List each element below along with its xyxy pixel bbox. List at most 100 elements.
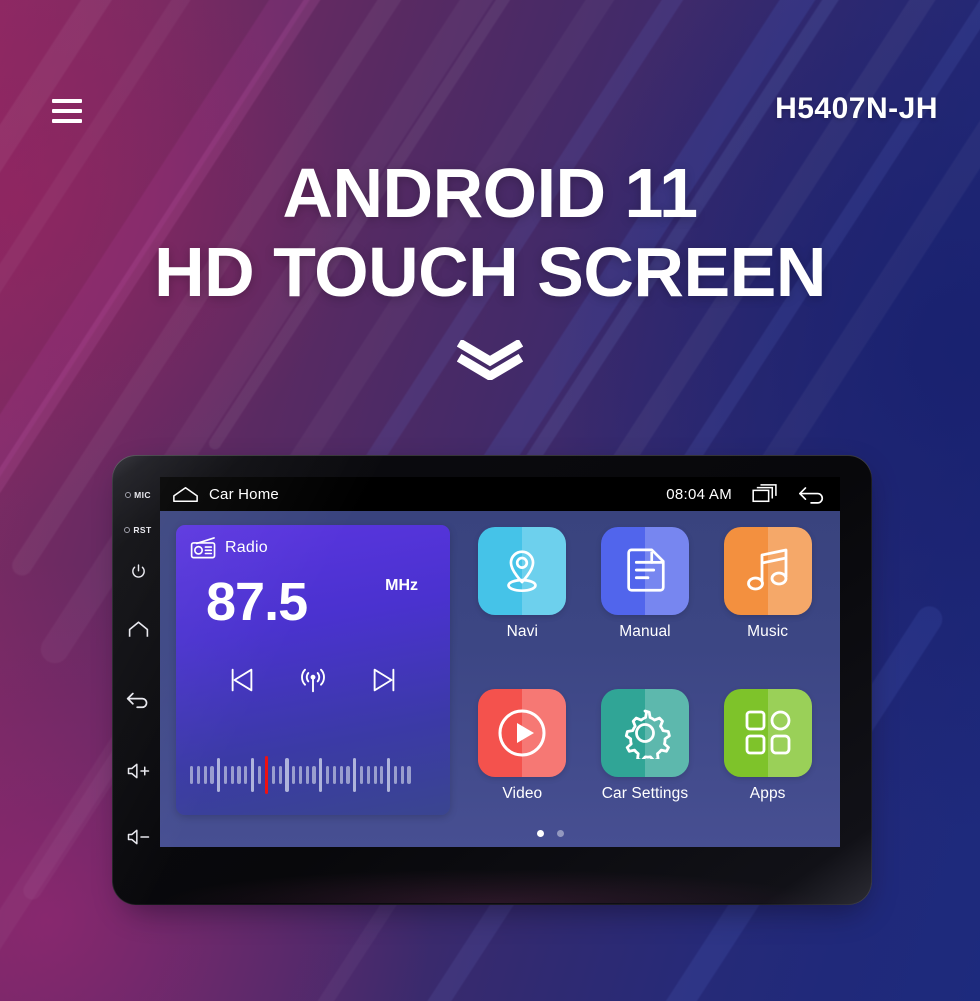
gear-icon[interactable] <box>600 689 689 777</box>
app-label: Video <box>502 785 543 802</box>
radio-controls <box>190 665 436 695</box>
tuning-needle <box>264 756 269 794</box>
tuning-tick <box>339 766 343 784</box>
tuning-tick <box>285 758 289 792</box>
reset-hole-icon <box>124 527 131 533</box>
hamburger-menu-icon[interactable] <box>52 93 82 129</box>
car-stereo-device: MIC RST Car Home 08:04 AM Radio 87.5 MHz… <box>112 455 872 913</box>
tuning-tick <box>210 766 214 784</box>
tuning-tick <box>190 766 194 784</box>
hamburger-bar <box>52 119 82 123</box>
app-grid: Navi Manual Music Video Car Settings Apps <box>466 525 824 847</box>
tuning-tick <box>393 766 398 784</box>
tuning-tick <box>217 758 221 792</box>
tuning-tick <box>373 766 377 784</box>
app-navi[interactable]: Navi <box>466 527 579 685</box>
tuning-tick <box>257 766 261 784</box>
page-indicator <box>160 830 840 837</box>
tuning-tick <box>230 766 234 784</box>
page-title: ANDROID 11 HD TOUCH SCREEN <box>0 154 980 312</box>
tuning-tick <box>244 766 248 784</box>
model-number: H5407N-JH <box>775 92 938 125</box>
radio-frequency-unit: MHz <box>385 577 418 594</box>
radio-widget-label: Radio <box>225 539 268 556</box>
music-note-icon[interactable] <box>723 527 812 615</box>
radio-widget[interactable]: Radio 87.5 MHz <box>176 525 450 815</box>
tuning-tick <box>319 758 323 792</box>
bezel-bottom-glow <box>157 869 827 903</box>
tuning-tick <box>223 766 228 784</box>
side-key-column: MIC RST <box>112 455 164 905</box>
tuning-tick <box>387 758 391 792</box>
app-car-settings[interactable]: Car Settings <box>589 689 702 847</box>
headline-line-1: ANDROID 11 <box>282 154 698 232</box>
statusbar-home-icon[interactable] <box>172 486 199 503</box>
skip-previous-icon[interactable] <box>227 665 257 695</box>
tuning-tick <box>305 766 309 784</box>
radio-widget-header: Radio <box>190 537 436 559</box>
home-button[interactable] <box>112 595 164 663</box>
tuning-tick <box>271 766 275 784</box>
reset-label: RST <box>133 525 152 535</box>
power-icon <box>131 563 145 578</box>
volume-up-button[interactable] <box>112 735 164 807</box>
mic-label: MIC <box>134 490 151 500</box>
tuning-tick <box>380 766 384 784</box>
page-dot[interactable] <box>556 830 564 837</box>
app-label: Car Settings <box>601 785 689 802</box>
headline-line-2: HD TOUCH SCREEN <box>154 233 826 312</box>
tuning-tick <box>196 766 200 784</box>
statusbar-title: Car Home <box>209 485 279 503</box>
app-video[interactable]: Video <box>466 689 579 847</box>
tuning-tick <box>312 766 316 784</box>
app-apps[interactable]: Apps <box>711 689 824 847</box>
app-manual[interactable]: Manual <box>589 527 702 685</box>
statusbar-clock: 08:04 AM <box>666 485 732 503</box>
double-chevron-down-icon[interactable] <box>0 340 980 380</box>
app-label: Manual <box>619 623 671 640</box>
page-dot[interactable] <box>536 830 544 837</box>
tuning-tick <box>353 758 357 792</box>
statusbar-back-icon[interactable] <box>798 485 826 504</box>
volume-down-icon <box>127 829 149 845</box>
mic-hole: MIC <box>112 477 164 513</box>
tuning-tick <box>203 766 207 784</box>
tuning-tick <box>366 766 370 784</box>
tuning-tick <box>298 766 303 784</box>
reset-button[interactable]: RST <box>112 513 164 547</box>
touch-screen[interactable]: Car Home 08:04 AM Radio 87.5 MHz Navi Ma… <box>160 477 840 847</box>
back-arrow-icon <box>126 692 148 708</box>
power-button[interactable] <box>112 547 164 595</box>
hamburger-bar <box>52 109 82 113</box>
app-music[interactable]: Music <box>711 527 824 685</box>
volume-up-icon <box>127 763 149 779</box>
location-pin-icon[interactable] <box>478 527 567 615</box>
recent-apps-icon[interactable] <box>752 484 778 504</box>
hamburger-bar <box>52 99 82 103</box>
tuning-tick <box>326 766 330 784</box>
document-icon[interactable] <box>600 527 689 615</box>
radio-frequency-value: 87.5 <box>206 572 308 632</box>
tuning-tick <box>292 766 296 784</box>
radio-tuning-scale[interactable] <box>190 755 436 795</box>
volume-down-button[interactable] <box>112 807 164 867</box>
grid-apps-icon[interactable] <box>723 689 812 777</box>
skip-next-icon[interactable] <box>369 665 399 695</box>
frequency-display: 87.5 MHz <box>190 573 436 659</box>
tuning-tick <box>359 766 364 784</box>
app-label: Music <box>747 623 789 640</box>
tuning-tick <box>237 766 241 784</box>
status-bar: Car Home 08:04 AM <box>160 477 840 511</box>
app-label: Navi <box>506 623 539 640</box>
device-bezel: MIC RST Car Home 08:04 AM Radio 87.5 MHz… <box>112 455 872 905</box>
app-label: Apps <box>749 785 786 802</box>
play-circle-icon[interactable] <box>478 689 567 777</box>
tuning-tick <box>332 766 336 784</box>
tuning-tick <box>400 766 404 784</box>
tuning-tick <box>346 766 350 784</box>
broadcast-antenna-icon[interactable] <box>298 665 328 695</box>
radio-icon <box>190 537 216 559</box>
tuning-tick <box>407 766 411 784</box>
back-button[interactable] <box>112 663 164 735</box>
mic-hole-icon <box>125 492 132 498</box>
